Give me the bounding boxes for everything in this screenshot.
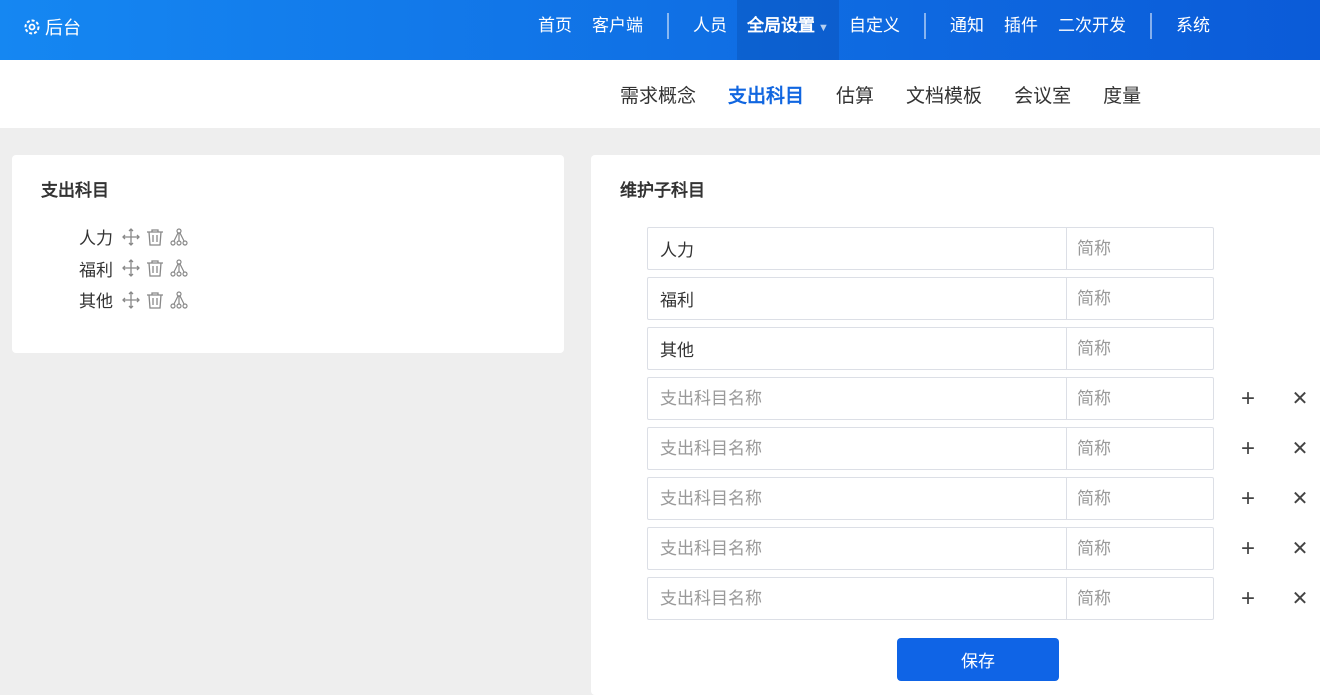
- subject-row: [647, 227, 1320, 270]
- short-name-input[interactable]: [1066, 277, 1214, 320]
- top-bar: 后台 首页 客户端 人员 全局设置 ▼ 自定义 通知 插件 二次开发 系统: [0, 0, 1320, 60]
- subject-tree-card: 支出科目 人力 福利 其他: [12, 155, 564, 353]
- tree-item[interactable]: 其他: [67, 284, 191, 316]
- subject-name-field: 支出科目名称: [647, 427, 1066, 470]
- subject-name-input[interactable]: [647, 227, 1066, 270]
- short-name-input[interactable]: [1066, 377, 1214, 420]
- divider: [667, 13, 669, 39]
- subject-name-input[interactable]: [647, 327, 1066, 370]
- add-icon[interactable]: +: [1224, 385, 1272, 413]
- nav-global-settings[interactable]: 全局设置 ▼: [737, 0, 839, 60]
- maintain-card: 维护子科目 支出科目名称 +✕支出科目名称 +✕支出科目名称 +✕支出科目名称 …: [591, 155, 1320, 695]
- nav-plugins[interactable]: 插件: [994, 0, 1048, 60]
- card-title: 维护子科目: [620, 181, 705, 200]
- subject-row: 支出科目名称 +✕: [647, 527, 1320, 570]
- short-name-input[interactable]: [1066, 427, 1214, 470]
- card-title: 支出科目: [41, 181, 109, 200]
- subject-tree: 人力 福利 其他: [67, 221, 191, 316]
- nav-dev[interactable]: 二次开发: [1048, 0, 1136, 60]
- tree-item-label[interactable]: 其他: [67, 287, 119, 312]
- tab-requirements[interactable]: 需求概念: [604, 81, 712, 108]
- hierarchy-icon[interactable]: [167, 288, 191, 312]
- subject-row: [647, 277, 1320, 320]
- short-name-input[interactable]: [1066, 227, 1214, 270]
- close-icon[interactable]: ✕: [1276, 386, 1320, 411]
- main-nav: 首页 客户端 人员 全局设置 ▼ 自定义 通知 插件 二次开发 系统: [528, 0, 1220, 60]
- short-name-input[interactable]: [1066, 527, 1214, 570]
- trash-icon[interactable]: [143, 256, 167, 280]
- tab-estimate[interactable]: 估算: [820, 81, 890, 108]
- move-icon[interactable]: [119, 256, 143, 280]
- subject-row: [647, 327, 1320, 370]
- sub-nav: 需求概念 支出科目 估算 文档模板 会议室 度量: [0, 60, 1320, 128]
- subject-row: 支出科目名称 +✕: [647, 377, 1320, 420]
- nav-home[interactable]: 首页: [528, 0, 582, 60]
- divider: [923, 13, 926, 39]
- gear-icon: [24, 19, 40, 35]
- save-button[interactable]: 保存: [897, 638, 1059, 681]
- nav-global-settings-label: 全局设置: [747, 16, 815, 35]
- caret-down-icon: ▼: [815, 22, 829, 34]
- tab-meeting-rooms[interactable]: 会议室: [998, 81, 1087, 108]
- subject-name-field: 支出科目名称: [647, 527, 1066, 570]
- add-icon[interactable]: +: [1224, 535, 1272, 563]
- short-name-input[interactable]: [1066, 327, 1214, 370]
- tree-item-label[interactable]: 福利: [67, 256, 119, 281]
- subject-name-field: [647, 277, 1066, 320]
- close-icon[interactable]: ✕: [1276, 586, 1320, 611]
- subject-row: 支出科目名称 +✕: [647, 477, 1320, 520]
- subject-name-input[interactable]: [647, 427, 1066, 470]
- trash-icon[interactable]: [143, 288, 167, 312]
- close-icon[interactable]: ✕: [1276, 436, 1320, 461]
- subject-name-input[interactable]: [647, 527, 1066, 570]
- short-name-input[interactable]: [1066, 577, 1214, 620]
- move-icon[interactable]: [119, 225, 143, 249]
- tab-metrics[interactable]: 度量: [1087, 81, 1157, 108]
- move-icon[interactable]: [119, 288, 143, 312]
- subject-name-field: 支出科目名称: [647, 477, 1066, 520]
- close-icon[interactable]: ✕: [1276, 536, 1320, 561]
- subject-name-field: 支出科目名称: [647, 377, 1066, 420]
- add-icon[interactable]: +: [1224, 485, 1272, 513]
- subject-name-input[interactable]: [647, 477, 1066, 520]
- tab-expense-subjects[interactable]: 支出科目: [712, 81, 820, 108]
- hierarchy-icon[interactable]: [167, 225, 191, 249]
- subject-row: 支出科目名称 +✕: [647, 577, 1320, 620]
- add-icon[interactable]: +: [1224, 435, 1272, 463]
- subject-form: 支出科目名称 +✕支出科目名称 +✕支出科目名称 +✕支出科目名称 +✕支出科目…: [647, 227, 1320, 627]
- divider: [1149, 13, 1152, 39]
- brand[interactable]: 后台: [22, 14, 81, 40]
- subject-name-field: 支出科目名称: [647, 577, 1066, 620]
- subject-name-field: [647, 227, 1066, 270]
- nav-people[interactable]: 人员: [683, 0, 737, 60]
- nav-system[interactable]: 系统: [1166, 0, 1220, 60]
- trash-icon[interactable]: [143, 225, 167, 249]
- tree-item[interactable]: 福利: [67, 253, 191, 285]
- add-icon[interactable]: +: [1224, 585, 1272, 613]
- subject-name-input[interactable]: [647, 577, 1066, 620]
- subject-row: 支出科目名称 +✕: [647, 427, 1320, 470]
- nav-custom[interactable]: 自定义: [839, 0, 910, 60]
- close-icon[interactable]: ✕: [1276, 486, 1320, 511]
- tree-item-label[interactable]: 人力: [67, 224, 119, 249]
- short-name-input[interactable]: [1066, 477, 1214, 520]
- subject-name-input[interactable]: [647, 277, 1066, 320]
- brand-label: 后台: [45, 18, 81, 38]
- tab-doc-templates[interactable]: 文档模板: [890, 81, 998, 108]
- subject-name-field: [647, 327, 1066, 370]
- hierarchy-icon[interactable]: [167, 256, 191, 280]
- subject-name-input[interactable]: [647, 377, 1066, 420]
- nav-notify[interactable]: 通知: [940, 0, 994, 60]
- tree-item[interactable]: 人力: [67, 221, 191, 253]
- nav-client[interactable]: 客户端: [582, 0, 653, 60]
